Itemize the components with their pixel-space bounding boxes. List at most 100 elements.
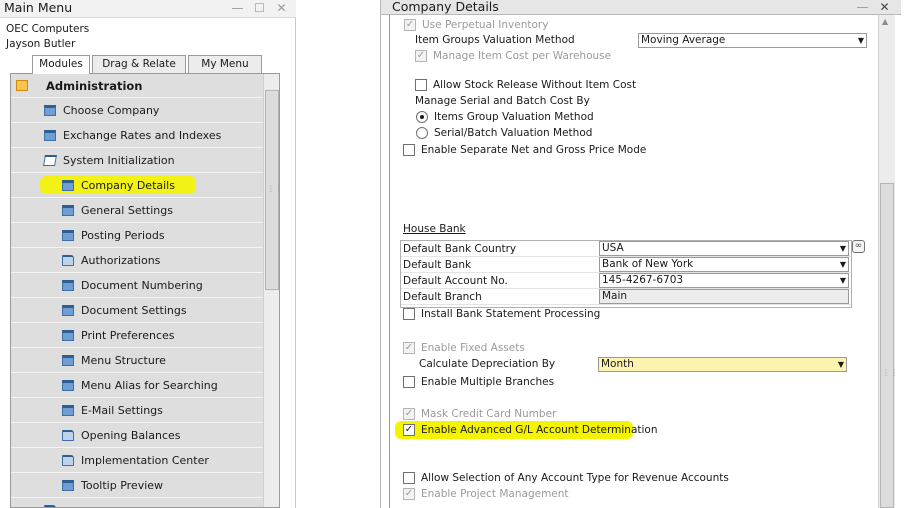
menu-item-company-details[interactable]: Company Details [11,174,263,198]
allow-stock-release-checkbox[interactable]: Allow Stock Release Without Item Cost [415,79,715,93]
menu-item-implementation-center[interactable]: Implementation Center [11,449,263,473]
checkbox-checked-icon: ✓ [403,488,415,500]
close-icon[interactable]: ✕ [875,0,894,15]
form-icon [62,180,74,191]
tab-drag-relate[interactable]: Drag & Relate [92,55,186,73]
install-bank-statement-checkbox[interactable]: Install Bank Statement Processing [403,308,703,322]
menu-item-opening-balances[interactable]: Opening Balances [11,424,263,448]
chevron-down-icon: ▼ [839,244,846,253]
checkbox-checked-icon: ✓ [404,19,416,31]
radio-items-group[interactable]: Items Group Valuation Method [416,111,716,125]
form-icon [62,355,74,366]
company-details-title: Company Details [392,0,499,14]
company-details-scrollbar[interactable]: ▲ ⋮⋮ [878,15,898,508]
company-details-body: ✓ Use Perpetual Inventory Item Groups Va… [389,15,878,508]
manage-serial-batch-label: Manage Serial and Batch Cost By [415,95,590,107]
chevron-down-icon: ▼ [857,36,864,45]
tab-modules[interactable]: Modules [32,55,90,74]
separate-net-gross-checkbox[interactable]: Enable Separate Net and Gross Price Mode [403,144,723,158]
menu-item-exchange-rates[interactable]: Exchange Rates and Indexes [11,124,263,148]
default-bank-country-select[interactable]: USA ▼ [599,241,849,256]
checkbox-checked-icon: ✓ [415,50,427,62]
calculate-depreciation-label: Calculate Depreciation By [419,358,556,370]
chevron-down-icon: ▼ [839,276,846,285]
close-icon[interactable]: ✕ [272,0,291,16]
form-icon [44,105,56,116]
menu-item-choose-company[interactable]: Choose Company [11,99,263,123]
folder-icon [62,430,74,441]
default-branch-field: Main [599,289,849,304]
administration-icon [16,80,28,91]
scroll-up-icon[interactable]: ▲ [882,17,888,26]
folder-icon [62,255,74,266]
menu-item-document-settings[interactable]: Document Settings [11,299,263,323]
form-icon [62,205,74,216]
checkbox-checked-icon: ✓ [403,342,415,354]
menu-item-authorizations[interactable]: Authorizations [11,249,263,273]
calculate-depreciation-select[interactable]: Month ▼ [598,357,847,372]
advanced-gl-checkbox[interactable]: ✓ Enable Advanced G/L Account Determinat… [403,424,703,438]
multiple-branches-checkbox[interactable]: Enable Multiple Branches [403,376,703,390]
default-branch-row: Default Branch Main [401,289,851,305]
company-name: OEC Computers [6,23,90,35]
allow-any-account-type-checkbox[interactable]: Allow Selection of Any Account Type for … [403,472,783,486]
maximize-icon[interactable]: ☐ [250,0,269,16]
main-menu-titlebar[interactable]: Main Menu — ☐ ✕ [0,0,296,18]
checkbox-checked-icon: ✓ [403,424,415,436]
menu-item-print-preferences[interactable]: Print Preferences [11,324,263,348]
enable-fixed-assets-checkbox[interactable]: ✓ Enable Fixed Assets [403,342,703,356]
folder-open-icon [43,155,57,166]
form-icon [62,230,74,241]
radio-selected-icon [416,111,428,123]
house-bank-box: Default Bank Country USA ▼ Default Bank … [400,240,852,308]
default-bank-country-row: Default Bank Country USA ▼ [401,241,851,257]
project-management-checkbox[interactable]: ✓ Enable Project Management [403,488,703,502]
default-account-row: Default Account No. 145-4267-6703 ▼ [401,273,851,289]
link-icon[interactable]: ∞ [852,240,865,253]
item-groups-valuation-label: Item Groups Valuation Method [415,34,575,46]
grip-icon: ⋮⋮ [267,184,279,193]
checkbox-checked-icon: ✓ [403,408,415,420]
menu-item-posting-periods[interactable]: Posting Periods [11,224,263,248]
use-perpetual-inventory-checkbox[interactable]: ✓ Use Perpetual Inventory [404,19,704,33]
item-groups-valuation-select[interactable]: Moving Average ▼ [638,33,867,48]
menu-item-partial[interactable] [11,499,263,507]
main-menu-scrollbar[interactable]: ⋮⋮ [263,74,279,507]
radio-icon [416,127,428,139]
default-bank-select[interactable]: Bank of New York ▼ [599,257,849,272]
mask-credit-card-checkbox[interactable]: ✓ Mask Credit Card Number [403,408,703,422]
menu-item-tooltip-preview[interactable]: Tooltip Preview [11,474,263,498]
company-details-titlebar[interactable]: Company Details — ✕ [381,0,901,15]
chevron-down-icon: ▼ [839,260,846,269]
menu-item-menu-alias[interactable]: Menu Alias for Searching [11,374,263,398]
tab-my-menu[interactable]: My Menu [188,55,262,73]
form-icon [62,380,74,391]
house-bank-title: House Bank [403,223,466,235]
main-menu-window: Main Menu — ☐ ✕ OEC Computers Jayson But… [0,0,296,508]
modules-panel: Administration Choose Company Exchange R… [10,73,280,508]
chevron-down-icon: ▼ [837,360,844,369]
form-icon [62,305,74,316]
form-icon [62,330,74,341]
form-icon [62,280,74,291]
menu-item-document-numbering[interactable]: Document Numbering [11,274,263,298]
main-menu-title: Main Menu [4,0,73,15]
minimize-icon[interactable]: — [228,0,247,16]
menu-item-menu-structure[interactable]: Menu Structure [11,349,263,373]
menu-item-administration[interactable]: Administration [11,74,263,98]
manage-item-cost-checkbox[interactable]: ✓ Manage Item Cost per Warehouse [415,50,715,64]
menu-item-system-initialization[interactable]: System Initialization [11,149,263,173]
scrollbar-thumb[interactable] [880,183,894,508]
form-icon [44,130,56,141]
grip-icon: ⋮⋮ [882,368,898,377]
user-name: Jayson Butler [6,38,76,50]
radio-serial-batch[interactable]: Serial/Batch Valuation Method [416,127,716,141]
form-icon [62,480,74,491]
menu-item-general-settings[interactable]: General Settings [11,199,263,223]
form-icon [62,405,74,416]
minimize-icon[interactable]: — [853,0,872,15]
default-bank-row: Default Bank Bank of New York ▼ [401,257,851,273]
folder-icon [62,455,74,466]
menu-item-email-settings[interactable]: E-Mail Settings [11,399,263,423]
default-account-select[interactable]: 145-4267-6703 ▼ [599,273,849,288]
